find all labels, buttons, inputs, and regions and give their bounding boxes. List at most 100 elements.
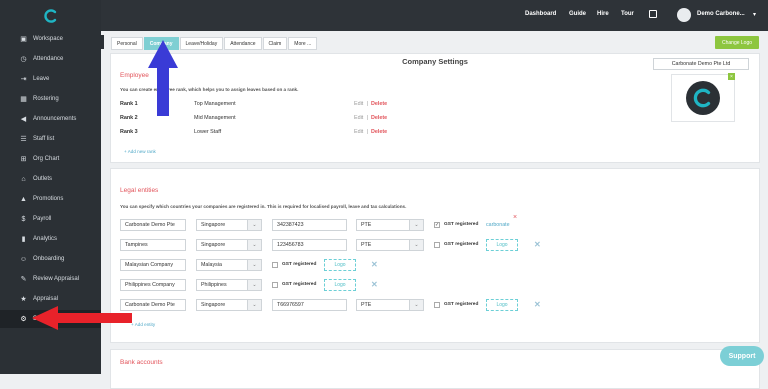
sidebar-item-rostering[interactable]: ▦ Rostering [0,90,101,108]
country-select[interactable]: Malaysia ⌄ [196,259,262,271]
gst-checkbox[interactable] [434,302,440,308]
sidebar-item-label: Payroll [33,216,52,222]
sidebar-item-outlets[interactable]: ⌂ Outlets [0,170,101,188]
gst-label: GST registered [444,242,479,247]
sidebar-item-label: Attendance [33,56,64,62]
app-logo[interactable] [0,0,101,31]
edit-rank-link[interactable]: Edit [354,129,363,135]
edit-rank-link[interactable]: Edit [354,101,363,107]
delete-rank-link[interactable]: Delete [371,129,387,135]
delete-entity-icon[interactable]: ✕ [534,300,541,309]
entity-name-input[interactable]: Tampines [120,239,186,251]
country-select[interactable]: Philippines ⌄ [196,279,262,291]
gst-checkbox[interactable] [434,242,440,248]
sidebar-item-promotions[interactable]: ▲ Promotions [0,190,101,208]
chevron-down-icon[interactable]: ⌄ [409,240,423,250]
country-select[interactable]: Singapore ⌄ [196,239,262,251]
registration-number-input[interactable]: 342387423 [272,219,347,231]
remove-logo-icon[interactable]: × [728,73,735,80]
sidebar-item-org-chart[interactable]: ⊞ Org Chart [0,150,101,168]
entity-type-select-value: PTE [361,222,372,228]
delete-rank-link[interactable]: Delete [371,115,387,121]
tab-leave-holiday[interactable]: Leave/Holiday [179,37,224,50]
upload-logo-button[interactable]: Logo [486,239,518,251]
review-appraisal-icon: ✎ [20,276,27,283]
gst-label: GST registered [282,282,317,287]
sidebar-item-workspace[interactable]: ▣ Workspace [0,30,101,48]
sidebar-item-analytics[interactable]: ▮ Analytics [0,230,101,248]
entity-type-select[interactable]: PTE ⌄ [356,299,424,311]
delete-rank-link[interactable]: Delete [371,101,387,107]
registration-number-input[interactable]: T66976597 [272,299,347,311]
edit-rank-link[interactable]: Edit [354,115,363,121]
rank-name: Lower Staff [194,129,222,135]
entity-name-input[interactable]: Philippines Company [120,279,186,291]
sidebar-item-label: Onboarding [33,256,65,262]
sidebar-item-payroll[interactable]: $ Payroll [0,210,101,228]
sidebar-item-onboarding[interactable]: ☺ Onboarding [0,250,101,268]
chevron-down-icon[interactable]: ⌄ [247,240,261,250]
user-name[interactable]: Demo Carbone... [697,11,745,17]
chevron-down-icon[interactable]: ▾ [753,11,756,18]
avatar[interactable] [677,8,691,22]
delete-entity-icon[interactable]: ✕ [371,280,378,289]
change-logo-button[interactable]: Change Logo [715,36,759,49]
country-select-value: Singapore [201,242,226,248]
entity-name-input-value: Tampines [125,242,148,248]
chevron-down-icon[interactable]: ⌄ [409,300,423,310]
chevron-down-icon[interactable]: ⌄ [247,260,261,270]
country-select[interactable]: Singapore ⌄ [196,299,262,311]
tab-personal[interactable]: Personal [111,37,143,50]
chevron-down-icon[interactable]: ⌄ [247,300,261,310]
gst-label: GST registered [444,302,479,307]
bank-accounts-heading: Bank accounts [120,359,163,366]
top-bar: Dashboard Guide Hire Tour Demo Carbone..… [101,0,768,31]
sidebar-item-leave[interactable]: ⇥ Leave [0,70,101,88]
legal-entities-card: Legal entities You can specify which cou… [110,168,760,343]
remove-logo-icon[interactable]: × [513,214,517,221]
gst-checkbox[interactable] [272,282,278,288]
support-button[interactable]: Support [720,346,764,366]
sidebar-item-label: Announcements [33,116,77,122]
add-rank-link[interactable]: + Add new rank [124,149,156,154]
country-select[interactable]: Singapore ⌄ [196,219,262,231]
workspace-icon: ▣ [20,36,27,43]
sidebar-item-attendance[interactable]: ◷ Attendance [0,50,101,68]
registration-number-input-value: 123456783 [277,242,304,248]
calendar-icon[interactable] [649,10,657,18]
add-entity-link[interactable]: + Add entity [131,322,155,327]
entity-name-input[interactable]: Carbonate Demo Pte [120,219,186,231]
upload-logo-button[interactable]: Logo [324,279,356,291]
dashboard-link[interactable]: Dashboard [525,11,556,17]
chevron-down-icon[interactable]: ⌄ [247,220,261,230]
tab-claim[interactable]: Claim [262,37,288,50]
sidebar-item-announcements[interactable]: ◀ Announcements [0,110,101,128]
delete-entity-icon[interactable]: ✕ [371,260,378,269]
tab-more[interactable]: More ... [288,37,318,50]
company-name-field[interactable]: Carbonate Demo Pte Ltd [653,58,749,70]
blue-arrow-annotation [148,40,178,116]
hire-link[interactable]: Hire [597,11,609,17]
tour-link[interactable]: Tour [621,11,634,17]
tab-attendance[interactable]: Attendance [224,37,262,50]
entity-name-input[interactable]: Malaysian Company [120,259,186,271]
entity-type-select[interactable]: PTE ⌄ [356,219,424,231]
chevron-down-icon[interactable]: ⌄ [409,220,423,230]
delete-entity-icon[interactable]: ✕ [534,240,541,249]
entity-logo-thumbnail[interactable]: carbonate [486,222,510,228]
sidebar-item-label: Workspace [33,36,63,42]
upload-logo-button[interactable]: Logo [486,299,518,311]
company-logo-preview [671,74,735,122]
entity-type-select[interactable]: PTE ⌄ [356,239,424,251]
gst-checkbox[interactable] [272,262,278,268]
sidebar-item-review-appraisal[interactable]: ✎ Review Appraisal [0,270,101,288]
gst-checkbox[interactable]: ✓ [434,222,440,228]
registration-number-input[interactable]: 123456783 [272,239,347,251]
sidebar-toggle[interactable] [101,35,104,49]
upload-logo-button[interactable]: Logo [324,259,356,271]
guide-link[interactable]: Guide [569,11,586,17]
rank-name: Top Management [194,101,236,107]
sidebar-item-staff-list[interactable]: ☰ Staff list [0,130,101,148]
carbonate-logo-icon [43,8,56,23]
chevron-down-icon[interactable]: ⌄ [247,280,261,290]
